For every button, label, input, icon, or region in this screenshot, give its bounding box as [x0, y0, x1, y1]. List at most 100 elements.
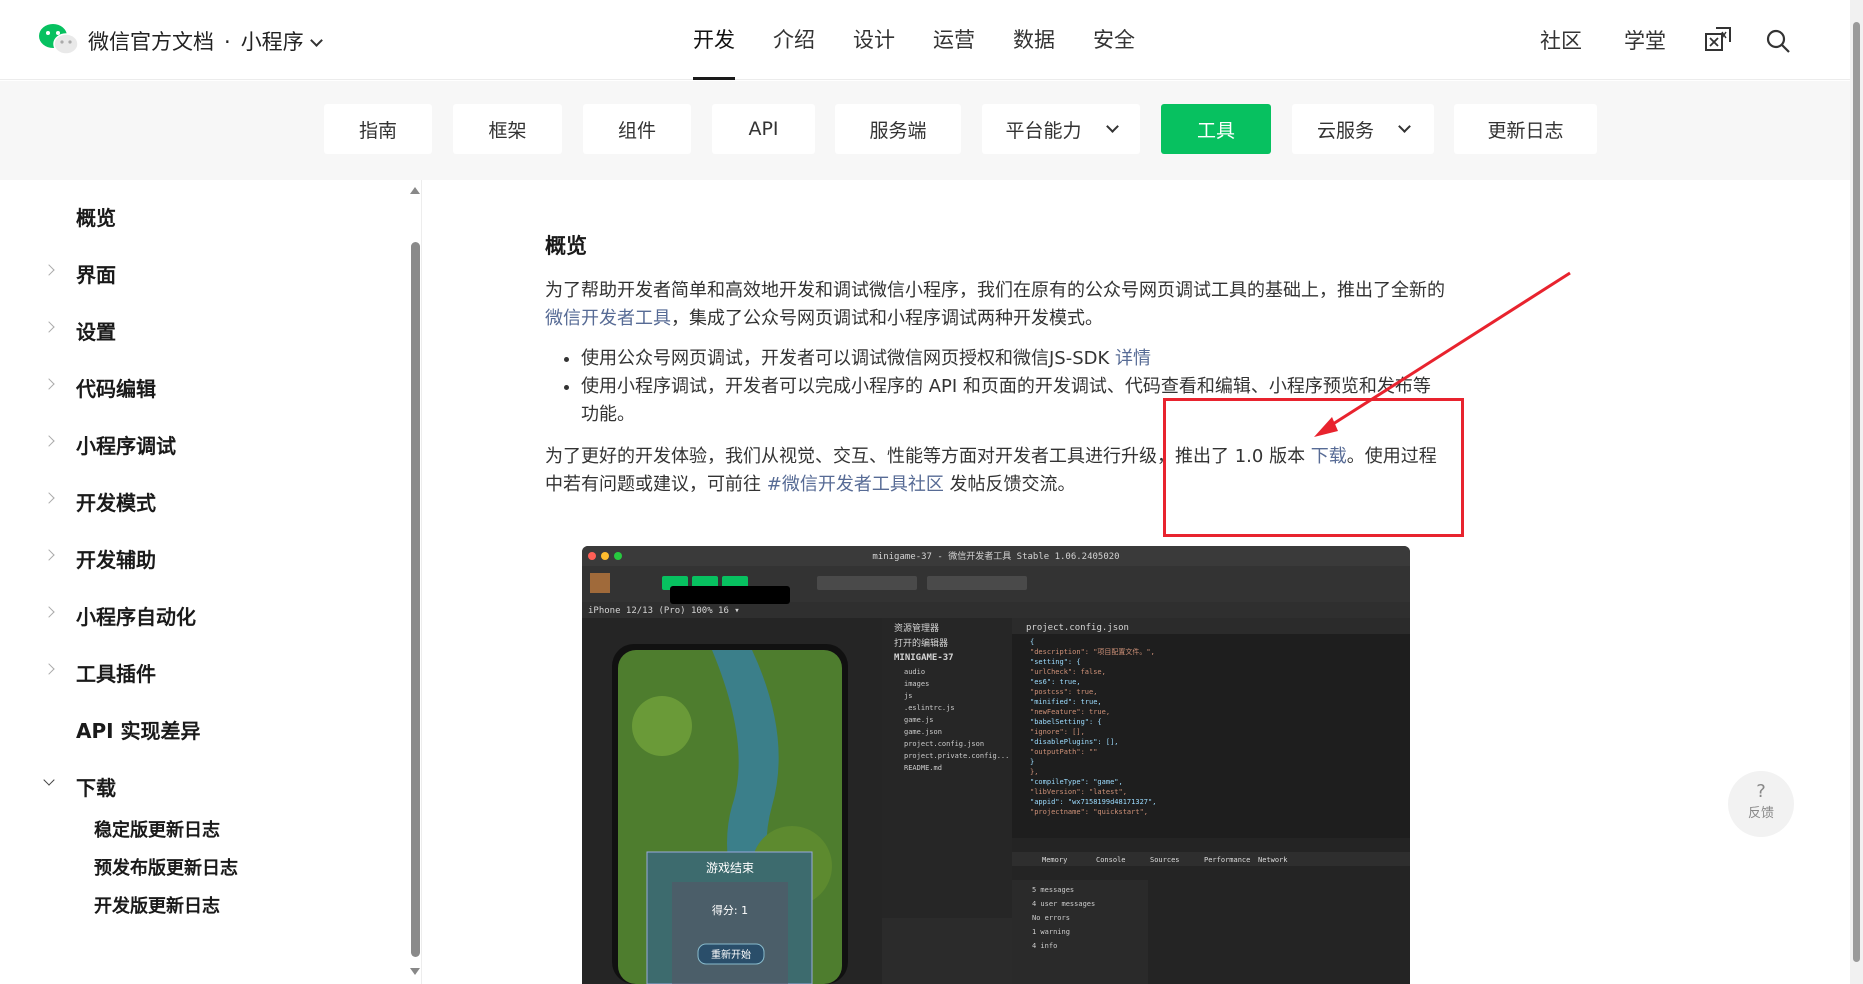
ss-console-row: 4 user messages: [1032, 900, 1095, 908]
sidebar-item-ui[interactable]: 界面: [76, 259, 116, 288]
feedback-button[interactable]: ? 反馈: [1728, 771, 1794, 837]
ss-code-line: "setting": {: [1030, 658, 1081, 666]
tab-cloud-label: 云服务: [1316, 119, 1374, 142]
sidebar-subitem-preview-log[interactable]: 预发布版更新日志: [94, 854, 238, 880]
ss-code-line: "appid": "wx7158199d48171327",: [1030, 798, 1156, 806]
ss-devtools-tab: Network: [1258, 856, 1288, 864]
tab-changelog[interactable]: 更新日志: [1454, 104, 1597, 154]
devtools-link[interactable]: 微信开发者工具: [545, 308, 671, 329]
ss-code-line: {: [1030, 638, 1034, 646]
bullet-web-debug-text: 使用公众号网页调试，开发者可以调试微信网页授权和微信JS-SDK: [581, 348, 1116, 369]
ss-code-line: "babelSetting": {: [1030, 718, 1102, 726]
sidebar-item-api-diff[interactable]: API 实现差异: [76, 715, 201, 744]
ss-code-line: "ignore": [],: [1030, 728, 1085, 736]
ss-file-item: .eslintrc.js: [904, 704, 955, 712]
right-nav: 社区 学堂: [1540, 0, 1708, 80]
chevron-right-icon[interactable]: [43, 492, 55, 504]
ss-devtools-tab: Performance: [1204, 856, 1250, 864]
ss-file-item: project.private.config...: [904, 752, 1009, 760]
ss-editor-tab: project.config.json: [1026, 623, 1129, 633]
product-switcher[interactable]: 小程序: [241, 30, 304, 54]
ss-file-item: project.config.json: [904, 740, 984, 748]
tab-cloud[interactable]: 云服务: [1292, 104, 1434, 154]
nav-community[interactable]: 社区: [1540, 25, 1582, 55]
sidebar: 概览 界面 设置 代码编辑 小程序调试 开发模式 开发辅助 小程序自动化 工具插…: [0, 180, 422, 984]
article-title: 概览: [545, 234, 587, 258]
sidebar-scrollbar-thumb[interactable]: [411, 242, 420, 957]
chevron-right-icon[interactable]: [43, 663, 55, 675]
nav-data[interactable]: 数据: [1013, 0, 1055, 80]
ss-explorer: 资源管理器: [894, 622, 939, 634]
sidebar-subitem-dev-log[interactable]: 开发版更新日志: [94, 892, 220, 918]
tab-framework[interactable]: 框架: [453, 104, 562, 154]
ss-code-line: "disablePlugins": [],: [1030, 738, 1119, 746]
ss-restart: 重新开始: [711, 948, 751, 961]
ss-score: 得分: 1: [712, 904, 748, 917]
chevron-right-icon[interactable]: [43, 549, 55, 561]
ss-game-over: 游戏结束: [706, 861, 754, 875]
brand-title[interactable]: 微信官方文档 · 小程序: [88, 26, 323, 56]
wechat-logo-icon[interactable]: [38, 22, 80, 56]
nav-dev[interactable]: 开发: [693, 0, 735, 80]
chevron-right-icon[interactable]: [43, 264, 55, 276]
ss-code-line: "projectname": "quickstart",: [1030, 808, 1148, 816]
ss-open-editors: 打开的编辑器: [894, 637, 948, 649]
intro-text-b: ，集成了公众号网页调试和小程序调试两种开发模式。: [671, 308, 1103, 329]
search-icon[interactable]: [1765, 28, 1791, 54]
chevron-right-icon[interactable]: [43, 435, 55, 447]
chevron-right-icon[interactable]: [43, 606, 55, 618]
nav-academy[interactable]: 学堂: [1624, 25, 1666, 55]
page-scrollbar[interactable]: [1850, 0, 1863, 984]
ss-code-line: },: [1030, 768, 1038, 776]
annotation-arrow-icon: [1314, 271, 1571, 437]
sidebar-item-download[interactable]: 下载: [76, 772, 116, 801]
ss-file-item: images: [904, 680, 929, 688]
sidebar-item-debug[interactable]: 小程序调试: [76, 430, 176, 459]
ss-file-item: game.js: [904, 716, 934, 724]
chevron-down-icon[interactable]: [43, 774, 55, 786]
chevron-down-icon: [309, 34, 323, 47]
ss-file-item: game.json: [904, 728, 942, 736]
scroll-up-icon[interactable]: [410, 187, 420, 194]
sidebar-item-code-edit[interactable]: 代码编辑: [76, 373, 156, 402]
ss-device-label: iPhone 12/13 (Pro) 100% 16 ▾: [588, 606, 740, 616]
ss-code-line: "urlCheck": false,: [1030, 668, 1106, 676]
page-scrollbar-thumb[interactable]: [1853, 22, 1860, 962]
sidebar-item-dev-mode[interactable]: 开发模式: [76, 487, 156, 516]
tab-tools[interactable]: 工具: [1161, 104, 1271, 154]
ss-console-row: 4 info: [1032, 942, 1057, 950]
sidebar-item-plugins[interactable]: 工具插件: [76, 658, 156, 687]
sidebar-item-overview[interactable]: 概览: [76, 202, 116, 231]
nav-design[interactable]: 设计: [853, 0, 895, 80]
sidebar-subitem-stable-log[interactable]: 稳定版更新日志: [94, 816, 220, 842]
tab-server[interactable]: 服务端: [835, 104, 961, 154]
tab-platform[interactable]: 平台能力: [982, 104, 1140, 154]
ss-code-line: "compileType": "game",: [1030, 778, 1123, 786]
tab-components[interactable]: 组件: [583, 104, 691, 154]
nav-operation[interactable]: 运营: [933, 0, 975, 80]
nav-security[interactable]: 安全: [1093, 0, 1135, 80]
ss-console-row: No errors: [1032, 914, 1070, 922]
upgrade-text-c: 发帖反馈交流。: [943, 474, 1076, 495]
nav-intro[interactable]: 介绍: [773, 0, 815, 80]
chevron-down-icon: [1105, 119, 1119, 133]
sidebar-item-settings[interactable]: 设置: [76, 316, 116, 345]
chevron-right-icon[interactable]: [43, 321, 55, 333]
tab-api[interactable]: API: [712, 104, 815, 154]
ss-code-line: }: [1030, 758, 1034, 766]
tab-guide[interactable]: 指南: [324, 104, 432, 154]
ss-console-row: 1 warning: [1032, 928, 1070, 936]
translate-icon[interactable]: [1704, 26, 1732, 54]
top-navbar: 微信官方文档 · 小程序 开发 介绍 设计 运营 数据 安全 社区 学堂: [0, 0, 1850, 80]
ss-code-line: "outputPath": "": [1030, 748, 1097, 756]
ss-code-line: "libVersion": "latest",: [1030, 788, 1127, 796]
chevron-right-icon[interactable]: [43, 378, 55, 390]
details-link[interactable]: 详情: [1115, 348, 1151, 369]
devtools-screenshot-image: minigame-37 - 微信开发者工具 Stable 1.06.240502…: [582, 546, 1410, 984]
sidebar-item-dev-assist[interactable]: 开发辅助: [76, 544, 156, 573]
sub-nav: 指南 框架 组件 API 服务端 平台能力 工具 云服务 更新日志: [0, 81, 1850, 180]
main-nav: 开发 介绍 设计 运营 数据 安全: [693, 0, 1173, 80]
sidebar-item-automation[interactable]: 小程序自动化: [76, 601, 196, 630]
community-link[interactable]: #微信开发者工具社区: [767, 474, 944, 495]
scroll-down-icon[interactable]: [410, 968, 420, 975]
